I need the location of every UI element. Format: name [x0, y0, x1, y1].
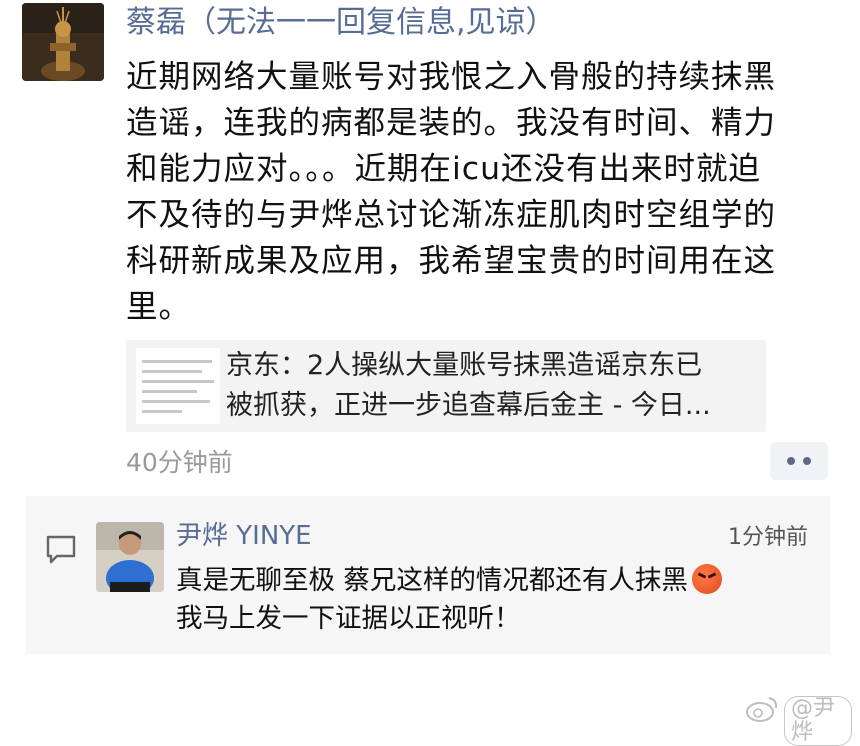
shared-link-card[interactable]: 京东：2人操纵大量账号抹黑造谣京东已 被抓获，正进一步追查幕后金主 - 今日..…	[126, 340, 766, 432]
comment-content: 真是无聊至极 蔡兄这样的情况都还有人抹黑 我马上发一下证据以正视听！	[176, 562, 816, 638]
post-author-name[interactable]: 蔡磊（无法一一回复信息,见谅）	[126, 2, 556, 44]
comment-timestamp: 1分钟前	[728, 525, 808, 550]
comment-text: 真是无聊至极 蔡兄这样的情况都还有人抹黑	[176, 565, 688, 596]
angry-emoji-icon	[691, 564, 722, 594]
link-title-line: 被抓获，正进一步追查幕后金主 - 今日...	[226, 390, 711, 421]
more-options-button[interactable]	[770, 442, 828, 480]
commenter-avatar[interactable]	[96, 522, 164, 592]
post-line: 里。	[126, 289, 192, 325]
weibo-logo-icon	[746, 697, 778, 722]
post-line: 造谣，连我的病都是装的。我没有时间、精力	[126, 105, 777, 141]
dot-icon	[803, 457, 811, 465]
watermark-text: @尹烨	[784, 696, 852, 746]
comment-section: 尹烨 YINYE 1分钟前 真是无聊至极 蔡兄这样的情况都还有人抹黑 我马上发一…	[26, 496, 830, 654]
link-title: 京东：2人操纵大量账号抹黑造谣京东已 被抓获，正进一步追查幕后金主 - 今日..…	[226, 346, 756, 426]
post-line: 近期网络大量账号对我恨之入骨般的持续抹黑	[126, 59, 777, 95]
post-content: 近期网络大量账号对我恨之入骨般的持续抹黑 造谣，连我的病都是装的。我没有时间、精…	[126, 54, 830, 330]
avatar-image	[22, 3, 104, 81]
link-thumbnail	[136, 348, 220, 424]
weibo-watermark: @尹烨	[744, 692, 852, 746]
comment-line: 我马上发一下证据以正视听！	[176, 603, 521, 634]
post-line: 科研新成果及应用，我希望宝贵的时间用在这	[126, 243, 777, 279]
author-avatar[interactable]	[22, 3, 104, 81]
dot-icon	[787, 457, 795, 465]
comment-icon[interactable]	[44, 532, 78, 566]
post-line: 不及待的与尹烨总讨论渐冻症肌肉时空组学的	[126, 197, 777, 233]
post-line: 和能力应对。。。近期在icu还没有出来时就迫	[126, 151, 762, 187]
link-title-line: 京东：2人操纵大量账号抹黑造谣京东已	[226, 350, 703, 381]
post-timestamp: 40分钟前	[126, 448, 233, 477]
comment-line: 真是无聊至极 蔡兄这样的情况都还有人抹黑	[176, 562, 816, 600]
comment-author-name[interactable]: 尹烨 YINYE	[176, 518, 312, 554]
